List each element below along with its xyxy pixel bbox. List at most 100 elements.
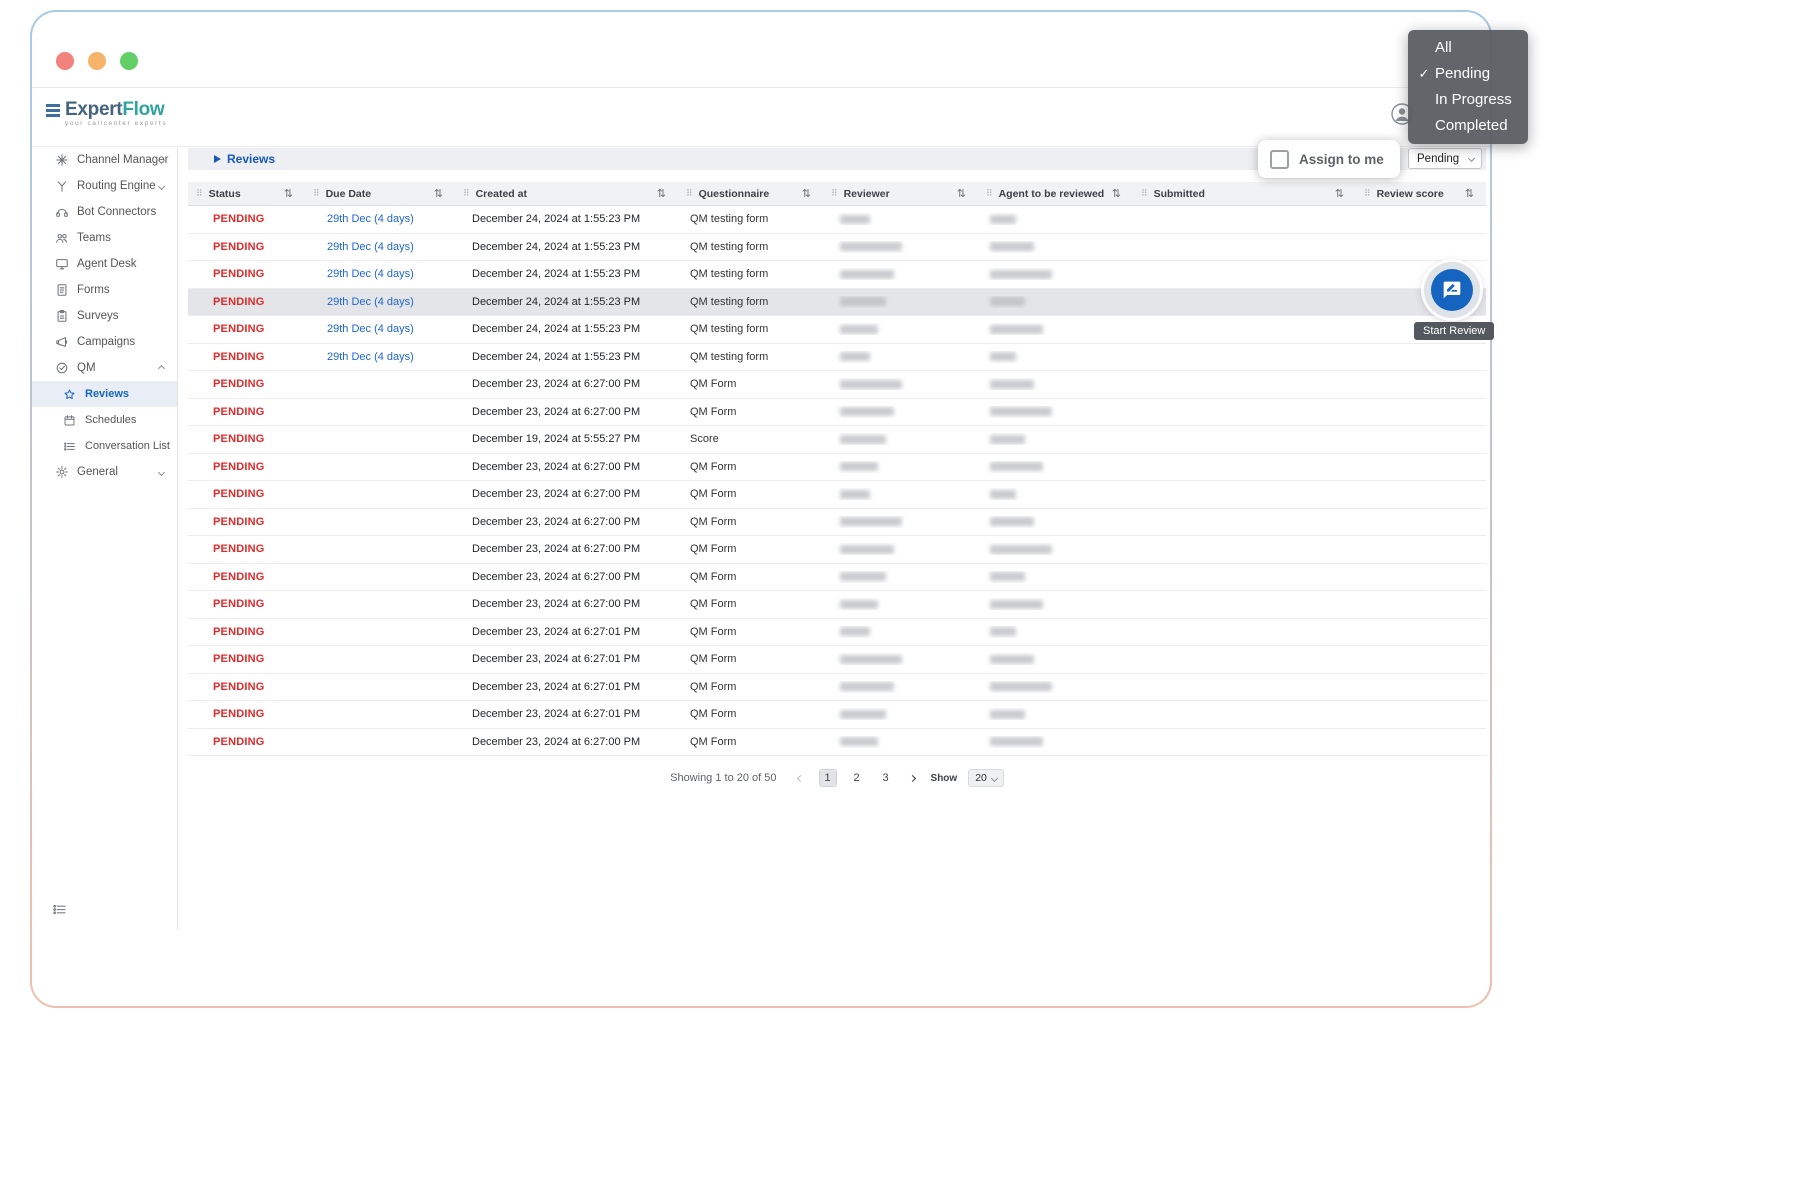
table-row[interactable]: PENDING December 23, 2024 at 6:27:00 PM … — [188, 591, 1486, 619]
table-row[interactable]: PENDING December 23, 2024 at 6:27:00 PM … — [188, 453, 1486, 481]
sidebar-item-label: QM — [77, 362, 96, 374]
menu-item-all[interactable]: All — [1408, 35, 1528, 61]
drag-handle-icon[interactable]: ⠿ — [196, 188, 203, 199]
table-row[interactable]: PENDING December 23, 2024 at 6:27:01 PM … — [188, 646, 1486, 674]
questionnaire-cell: QM Form — [690, 735, 737, 748]
menu-item-completed[interactable]: Completed — [1408, 113, 1528, 139]
redacted-text — [840, 737, 878, 747]
redacted-text — [990, 654, 1034, 664]
status-cell: PENDING — [213, 350, 265, 363]
page-button-3[interactable]: 3 — [877, 769, 895, 787]
drag-handle-icon[interactable]: ⠿ — [463, 188, 470, 199]
sidebar-item-schedules[interactable]: Schedules — [32, 407, 177, 433]
sidebar-item-routing-engine[interactable]: Routing Engine — [32, 173, 177, 199]
menu-item-in-progress[interactable]: In Progress — [1408, 87, 1528, 113]
sidebar-item-channel-manager[interactable]: Channel Manager — [32, 147, 177, 173]
sidebar-item-conversation-list[interactable]: Conversation List — [32, 433, 177, 459]
status-cell: PENDING — [213, 653, 265, 666]
sort-icon[interactable]: ⇅ — [434, 187, 443, 200]
page-button-2[interactable]: 2 — [848, 769, 866, 787]
traffic-light-close[interactable] — [56, 52, 74, 70]
questionnaire-cell: QM testing form — [690, 350, 769, 363]
sidebar-item-teams[interactable]: Teams — [32, 225, 177, 251]
logo-tagline: your callcenter experts — [65, 120, 168, 127]
table-row[interactable]: PENDING December 23, 2024 at 6:27:00 PM … — [188, 563, 1486, 591]
column-header-agent[interactable]: ⠿ Agent to be reviewed ⇅ — [978, 182, 1133, 205]
drag-handle-icon[interactable]: ⠿ — [686, 188, 693, 199]
due-date-link[interactable]: 29th Dec (4 days) — [305, 296, 455, 308]
table-row[interactable]: PENDING December 19, 2024 at 5:55:27 PM … — [188, 426, 1486, 454]
table-row[interactable]: PENDING December 23, 2024 at 6:27:01 PM … — [188, 618, 1486, 646]
sidebar-item-general[interactable]: General — [32, 459, 177, 485]
next-page-button[interactable] — [906, 771, 920, 785]
table-row[interactable]: PENDING December 23, 2024 at 6:27:00 PM … — [188, 398, 1486, 426]
sidebar-item-agent-desk[interactable]: Agent Desk — [32, 251, 177, 277]
sidebar-item-bot-connectors[interactable]: Bot Connectors — [32, 199, 177, 225]
reviewer-cell — [823, 708, 978, 720]
redacted-text — [990, 434, 1025, 444]
page-button-1[interactable]: 1 — [818, 769, 837, 787]
sidebar-item-reviews[interactable]: Reviews — [32, 381, 177, 407]
traffic-light-minimize[interactable] — [88, 52, 106, 70]
created-at-cell: December 23, 2024 at 6:27:00 PM — [472, 570, 641, 583]
table-row[interactable]: PENDING December 23, 2024 at 6:27:01 PM … — [188, 701, 1486, 729]
due-date-link[interactable]: 29th Dec (4 days) — [305, 241, 455, 253]
status-filter-select[interactable]: Pending — [1408, 148, 1482, 169]
table-row[interactable]: PENDING 29th Dec (4 days) December 24, 2… — [188, 206, 1486, 234]
sidebar-item-forms[interactable]: Forms — [32, 277, 177, 303]
sidebar-item-qm[interactable]: QM — [32, 355, 177, 381]
sidebar-item-surveys[interactable]: Surveys — [32, 303, 177, 329]
start-review-button[interactable] — [1424, 262, 1480, 318]
sort-icon[interactable]: ⇅ — [957, 187, 966, 200]
traffic-light-zoom[interactable] — [120, 52, 138, 70]
table-row[interactable]: PENDING 29th Dec (4 days) December 24, 2… — [188, 343, 1486, 371]
drag-handle-icon[interactable]: ⠿ — [1364, 188, 1371, 199]
sort-icon[interactable]: ⇅ — [1335, 187, 1344, 200]
status-cell: PENDING — [213, 570, 265, 583]
table-row[interactable]: PENDING 29th Dec (4 days) December 24, 2… — [188, 316, 1486, 344]
reviewer-cell — [823, 406, 978, 418]
table-row[interactable]: PENDING December 23, 2024 at 6:27:00 PM … — [188, 508, 1486, 536]
assign-to-me-checkbox[interactable] — [1270, 149, 1289, 169]
due-date-link[interactable]: 29th Dec (4 days) — [305, 323, 455, 335]
due-date-link[interactable]: 29th Dec (4 days) — [305, 213, 455, 225]
drag-handle-icon[interactable]: ⠿ — [1141, 188, 1148, 199]
sidebar-item-campaigns[interactable]: Campaigns — [32, 329, 177, 355]
sort-icon[interactable]: ⇅ — [802, 187, 811, 200]
menu-item-pending[interactable]: ✓ Pending — [1408, 61, 1528, 87]
sort-icon[interactable]: ⇅ — [284, 187, 293, 200]
drag-handle-icon[interactable]: ⠿ — [831, 188, 838, 199]
drag-handle-icon[interactable]: ⠿ — [313, 188, 320, 199]
table-row[interactable]: PENDING 29th Dec (4 days) December 24, 2… — [188, 233, 1486, 261]
sidebar-collapse-icon[interactable] — [52, 902, 67, 922]
column-header-status[interactable]: ⠿ Status ⇅ — [188, 182, 305, 205]
column-header-questionnaire[interactable]: ⠿ Questionnaire ⇅ — [678, 182, 823, 205]
column-header-due-date[interactable]: ⠿ Due Date ⇅ — [305, 182, 455, 205]
table-row[interactable]: PENDING December 23, 2024 at 6:27:00 PM … — [188, 536, 1486, 564]
table-row[interactable]: PENDING 29th Dec (4 days) December 24, 2… — [188, 288, 1486, 316]
due-date-link[interactable]: 29th Dec (4 days) — [305, 268, 455, 280]
app-window: ExpertFlow your callcenter experts Chann… — [30, 10, 1492, 1008]
table-row[interactable]: PENDING December 23, 2024 at 6:27:00 PM … — [188, 481, 1486, 509]
redacted-text — [840, 297, 886, 307]
chevron-up-icon — [157, 364, 166, 372]
due-date-link[interactable]: 29th Dec (4 days) — [305, 351, 455, 363]
table-row[interactable]: PENDING 29th Dec (4 days) December 24, 2… — [188, 261, 1486, 289]
table-row[interactable]: PENDING December 23, 2024 at 6:27:00 PM … — [188, 371, 1486, 399]
page-size-select[interactable]: 20 — [968, 769, 1004, 787]
column-header-created-at[interactable]: ⠿ Created at ⇅ — [455, 182, 678, 205]
breadcrumb[interactable]: Reviews — [214, 152, 275, 166]
created-at-cell: December 24, 2024 at 1:55:23 PM — [472, 323, 641, 336]
drag-handle-icon[interactable]: ⠿ — [986, 188, 993, 199]
reviewer-cell — [823, 433, 978, 445]
sort-icon[interactable]: ⇅ — [1465, 187, 1474, 200]
column-header-reviewer[interactable]: ⠿ Reviewer ⇅ — [823, 182, 978, 205]
table-row[interactable]: PENDING December 23, 2024 at 6:27:00 PM … — [188, 728, 1486, 756]
column-header-review-score[interactable]: ⠿ Review score ⇅ — [1356, 182, 1486, 205]
column-header-submitted[interactable]: ⠿ Submitted ⇅ — [1133, 182, 1356, 205]
previous-page-button[interactable] — [794, 771, 808, 785]
redacted-text — [990, 682, 1052, 692]
sort-icon[interactable]: ⇅ — [657, 187, 666, 200]
table-row[interactable]: PENDING December 23, 2024 at 6:27:01 PM … — [188, 673, 1486, 701]
sort-icon[interactable]: ⇅ — [1112, 187, 1121, 200]
